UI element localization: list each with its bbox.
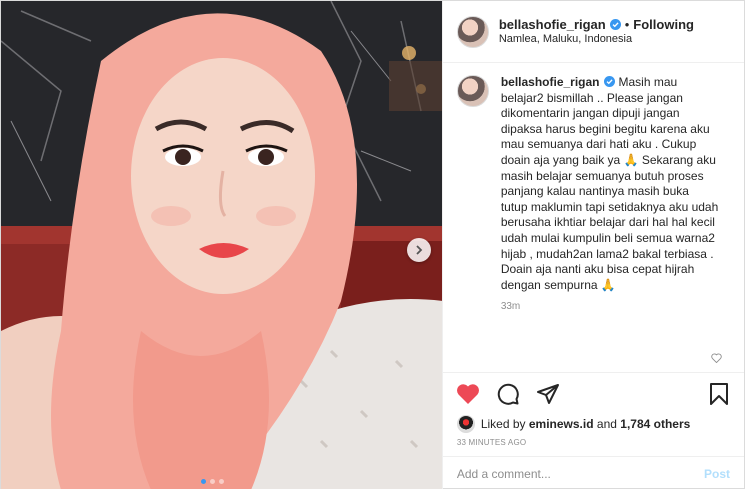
likes-summary: Liked by eminews.id and 1,784 others — [443, 414, 744, 434]
chevron-right-icon — [416, 245, 423, 255]
speech-bubble-icon — [497, 383, 519, 405]
portrait-photo — [1, 1, 442, 489]
save-button[interactable] — [706, 381, 732, 407]
post-details-panel: bellashofie_rigan • Following Namlea, Ma… — [441, 1, 744, 489]
author-username[interactable]: bellashofie_rigan — [499, 17, 606, 33]
paper-plane-icon — [536, 383, 559, 404]
comment-button[interactable] — [495, 381, 521, 407]
carousel-dot — [210, 479, 215, 484]
post-timestamp[interactable]: 33 MINUTES AGO — [443, 434, 744, 456]
like-button[interactable] — [455, 381, 481, 407]
liker-avatar[interactable] — [456, 415, 475, 433]
post-header: bellashofie_rigan • Following Namlea, Ma… — [442, 1, 744, 63]
caption-comment: bellashofie_rigan Masih mau belajar2 bism… — [456, 75, 730, 293]
carousel-dot-active — [201, 479, 206, 484]
separator-dot: • — [624, 16, 630, 32]
action-bar — [442, 372, 744, 414]
share-button[interactable] — [535, 381, 561, 407]
heart-filled-icon — [456, 383, 479, 404]
post-comment-button[interactable]: Post — [704, 467, 730, 481]
instagram-post-window: bellashofie_rigan • Following Namlea, Ma… — [0, 0, 745, 489]
likes-count[interactable]: 1,784 others — [620, 417, 690, 431]
comment-input[interactable] — [456, 466, 704, 481]
post-location[interactable]: Namlea, Maluku, Indonesia — [499, 33, 694, 47]
bookmark-icon — [710, 383, 728, 405]
comments-area: bellashofie_rigan Masih mau belajar2 bism… — [443, 63, 744, 372]
likes-prefix: Liked by — [480, 417, 526, 431]
following-button[interactable]: Following — [633, 17, 694, 33]
carousel-dot — [219, 479, 224, 484]
verified-badge-icon — [609, 19, 621, 31]
next-photo-button[interactable] — [407, 238, 431, 262]
add-comment-bar: Post — [442, 456, 744, 489]
caption-avatar[interactable] — [456, 75, 489, 107]
verified-badge-icon — [603, 76, 615, 87]
avatar[interactable] — [456, 15, 489, 48]
caption-text: Masih mau belajar2 bismillah .. Please j… — [500, 75, 719, 292]
post-photo[interactable] — [1, 1, 442, 489]
caption-text-block: bellashofie_rigan Masih mau belajar2 bism… — [501, 75, 719, 293]
caption-username[interactable]: bellashofie_rigan — [501, 75, 600, 89]
likes-joiner: and — [596, 417, 617, 431]
comment-like-icon[interactable] — [711, 353, 722, 363]
carousel-indicator — [201, 479, 224, 484]
caption-time: 33m — [500, 301, 521, 313]
liker-username[interactable]: eminews.id — [529, 417, 594, 431]
